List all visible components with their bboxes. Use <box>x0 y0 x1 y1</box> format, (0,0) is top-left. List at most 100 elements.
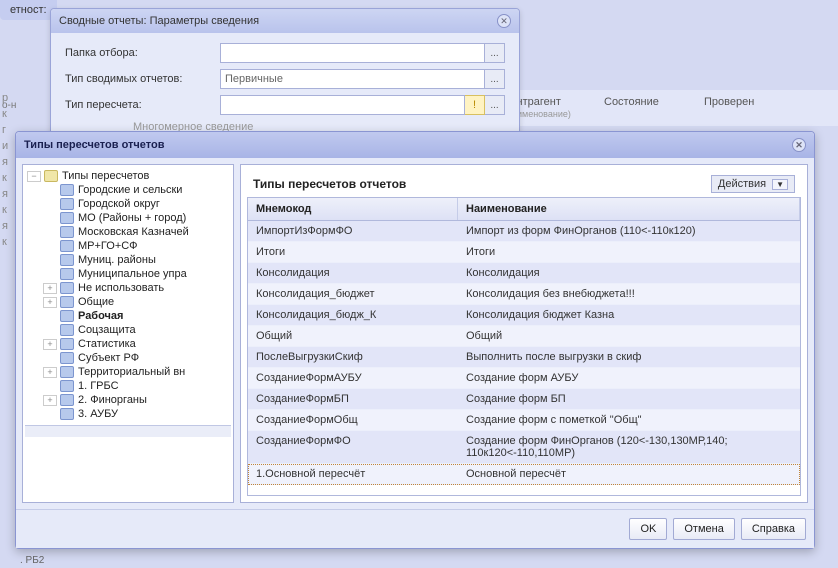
tree-item-label: Соцзащита <box>78 324 136 336</box>
ok-button[interactable]: OK <box>629 518 667 540</box>
col-name[interactable]: Наименование <box>458 198 800 220</box>
db-icon <box>60 310 74 322</box>
cell-name: Создание форм с пометкой "Общ" <box>458 410 800 430</box>
db-icon <box>60 198 74 210</box>
table-row[interactable]: 1.Основной пересчётОсновной пересчёт <box>248 464 800 485</box>
close-icon[interactable]: ✕ <box>497 14 511 28</box>
recalc-label: Тип пересчета: <box>65 99 220 111</box>
expand-icon[interactable]: + <box>43 395 57 406</box>
tree-item[interactable]: Рабочая <box>43 309 231 323</box>
table-row[interactable]: СозданиеФормФОСоздание форм ФинОрганов (… <box>248 431 800 464</box>
tree-item-label: Городские и сельски <box>78 184 182 196</box>
bg-col-state: Состояние <box>604 96 684 120</box>
db-icon <box>60 352 74 364</box>
type-picker-button[interactable]: ... <box>485 69 505 89</box>
folder-picker-button[interactable]: ... <box>485 43 505 63</box>
help-button[interactable]: Справка <box>741 518 806 540</box>
cell-mnemo: 1.Основной пересчёт <box>248 464 458 484</box>
db-icon <box>60 366 74 378</box>
cell-name: Основной пересчёт <box>458 464 800 484</box>
dialog-recalc-types: Типы пересчетов отчетов ✕ − Типы пересче… <box>15 131 815 549</box>
tree-item[interactable]: 1. ГРБС <box>43 379 231 393</box>
dialog1-titlebar[interactable]: Сводные отчеты: Параметры сведения ✕ <box>51 9 519 33</box>
cancel-button[interactable]: Отмена <box>673 518 734 540</box>
cell-name: Выполнить после выгрузки в скиф <box>458 347 800 367</box>
tree-item-label: Московская Казначей <box>78 226 189 238</box>
tree-item-label: 1. ГРБС <box>78 380 119 392</box>
cell-name: Создание форм АУБУ <box>458 368 800 388</box>
db-icon <box>60 408 74 420</box>
tree-item-label: Общие <box>78 296 114 308</box>
toggle-spacer <box>43 269 57 280</box>
tree-item[interactable]: + Статистика <box>43 337 231 351</box>
tree-item[interactable]: МО (Районы + город) <box>43 211 231 225</box>
toggle-spacer <box>43 185 57 196</box>
table-row[interactable]: ИтогиИтоги <box>248 242 800 263</box>
col-mnemo[interactable]: Мнемокод <box>248 198 458 220</box>
type-input[interactable] <box>220 69 485 89</box>
table-row[interactable]: ИмпортИзФормФОИмпорт из форм ФинОрганов … <box>248 221 800 242</box>
tree-item[interactable]: Соцзащита <box>43 323 231 337</box>
side-strip: ркгиякякяк <box>0 90 15 550</box>
folder-input[interactable] <box>220 43 485 63</box>
toggle-spacer <box>43 241 57 252</box>
db-icon <box>60 268 74 280</box>
tree-item[interactable]: МР+ГО+СФ <box>43 239 231 253</box>
recalc-input[interactable] <box>220 95 465 115</box>
dialog-summary-params: Сводные отчеты: Параметры сведения ✕ Пап… <box>50 8 520 144</box>
tree-item[interactable]: +2. Финорганы <box>43 393 231 407</box>
tree-item[interactable]: Городские и сельски <box>43 183 231 197</box>
toggle-spacer <box>43 381 57 392</box>
toggle-spacer <box>43 325 57 336</box>
tree-item[interactable]: 3. АУБУ <box>43 407 231 421</box>
table-row[interactable]: ПослеВыгрузкиСкифВыполнить после выгрузк… <box>248 347 800 368</box>
table-row[interactable]: СозданиеФормБПСоздание форм БП <box>248 389 800 410</box>
tree-item[interactable]: +Территориальный вн <box>43 365 231 379</box>
dialog2-title: Типы пересчетов отчетов <box>24 139 165 151</box>
dialog2-titlebar[interactable]: Типы пересчетов отчетов ✕ <box>16 132 814 158</box>
close-icon[interactable]: ✕ <box>792 138 806 152</box>
expand-icon[interactable]: + <box>43 367 57 378</box>
table-row[interactable]: КонсолидацияКонсолидация <box>248 263 800 284</box>
table-row[interactable]: Консолидация_бюджетКонсолидация без внеб… <box>248 284 800 305</box>
table-panel: Типы пересчетов отчетов Действия ▼ Мнемо… <box>240 164 808 503</box>
tree-item[interactable]: Субъект РФ <box>43 351 231 365</box>
tree-h-scrollbar[interactable] <box>25 425 231 437</box>
expand-icon[interactable]: + <box>43 283 57 294</box>
tree-item-label: Муниципальное упра <box>78 268 187 280</box>
tree-item[interactable]: Муниц. районы <box>43 253 231 267</box>
cell-name: Создание форм ФинОрганов (120<-130,130МР… <box>458 431 800 463</box>
bg-tab: етност: <box>0 0 57 20</box>
tree-item[interactable]: +Не использовать <box>43 281 231 295</box>
cell-name: Общий <box>458 326 800 346</box>
expand-icon[interactable]: + <box>43 339 57 350</box>
collapse-icon[interactable]: − <box>27 171 41 182</box>
tree-item-label: Муниц. районы <box>78 254 156 266</box>
tree-root[interactable]: − Типы пересчетов <box>27 169 231 183</box>
tree-item-label: Статистика <box>78 338 136 350</box>
actions-button[interactable]: Действия ▼ <box>711 175 795 193</box>
cell-mnemo: СозданиеФормФО <box>248 431 458 463</box>
bg-col-checked: Проверен <box>704 96 784 120</box>
cell-mnemo: СозданиеФормБП <box>248 389 458 409</box>
db-icon <box>60 212 74 224</box>
table-row[interactable]: ОбщийОбщий <box>248 326 800 347</box>
table-row[interactable]: Консолидация_бюдж_ККонсолидация бюджет К… <box>248 305 800 326</box>
tree-item[interactable]: Городской округ <box>43 197 231 211</box>
expand-icon[interactable]: + <box>43 297 57 308</box>
recalc-picker-button[interactable]: ... <box>485 95 505 115</box>
panel-title: Типы пересчетов отчетов <box>253 177 406 191</box>
tree-panel: − Типы пересчетов Городские и сельски Гор… <box>22 164 234 503</box>
cell-name: Итоги <box>458 242 800 262</box>
cell-name: Консолидация бюджет Казна <box>458 305 800 325</box>
tree-item[interactable]: Муниципальное упра <box>43 267 231 281</box>
cell-name: Создание форм БП <box>458 389 800 409</box>
tree-item[interactable]: Московская Казначей <box>43 225 231 239</box>
tree-item[interactable]: + Общие <box>43 295 231 309</box>
tree-item-label: Городской округ <box>78 198 160 210</box>
table-row[interactable]: СозданиеФормОбщСоздание форм с пометкой … <box>248 410 800 431</box>
db-icon <box>60 240 74 252</box>
chevron-down-icon[interactable]: ▼ <box>772 179 788 190</box>
table-row[interactable]: СозданиеФормАУБУСоздание форм АУБУ <box>248 368 800 389</box>
tree-item-label: Рабочая <box>78 310 123 322</box>
